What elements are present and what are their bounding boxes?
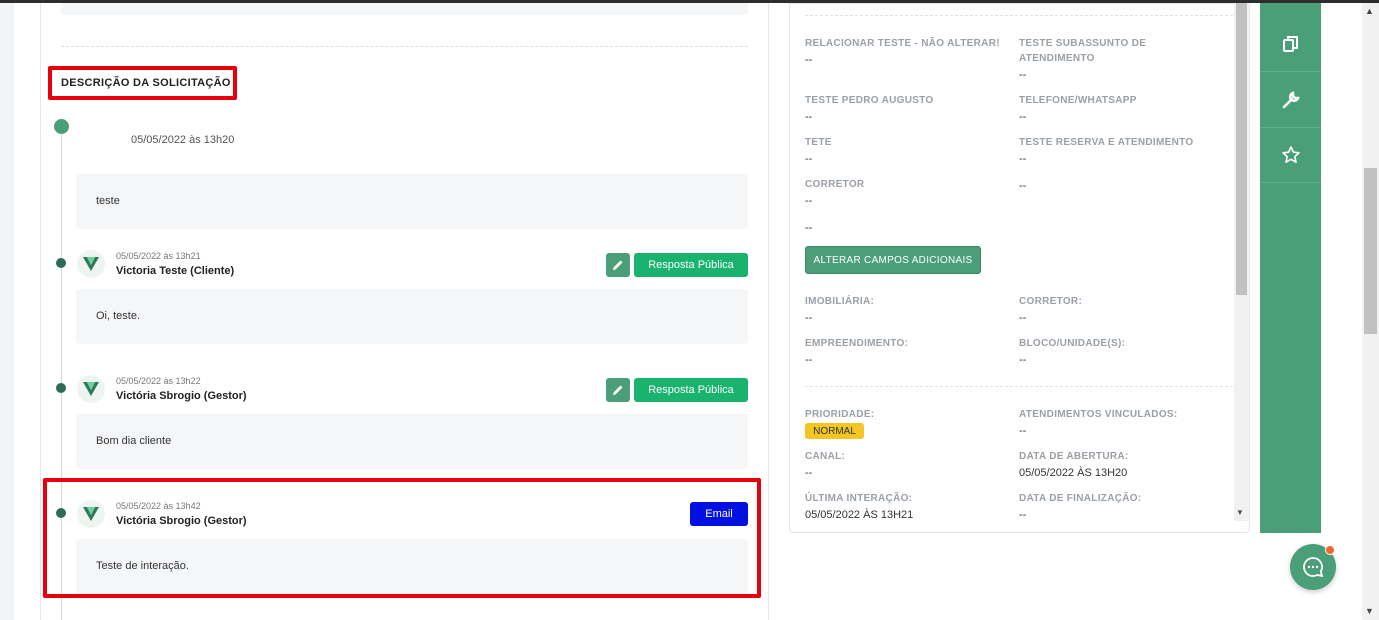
field-value: -- <box>1019 153 1027 165</box>
item-date: 05/05/2022 às 13h22 <box>116 376 201 386</box>
timeline-message: Oi, teste. <box>76 289 748 344</box>
item-author: Victória Sbrogio (Gestor) <box>116 515 247 527</box>
field-label: TETE <box>805 137 832 148</box>
brand-logo-icon <box>83 507 99 521</box>
timeline-dot <box>56 508 66 518</box>
field-label: TESTE PEDRO AUGUSTO <box>805 95 934 106</box>
field-value: 05/05/2022 ÀS 13H20 <box>1019 467 1128 479</box>
chat-icon <box>1303 557 1324 578</box>
field-value: -- <box>805 195 813 207</box>
timeline-dot <box>56 383 66 393</box>
edit-button[interactable] <box>606 378 630 402</box>
previous-section-footer <box>61 3 748 15</box>
field-value: -- <box>1019 509 1027 521</box>
chat-notification-badge <box>1325 545 1335 555</box>
field-label: EMPREENDIMENTO: <box>805 338 909 349</box>
brand-logo-icon <box>83 382 99 396</box>
field-value: -- <box>805 222 813 234</box>
field-value: -- <box>1019 180 1027 192</box>
message-text: teste <box>96 195 120 207</box>
field-label: DATA DE ABERTURA: <box>1019 451 1129 462</box>
field-label: RELACIONAR TESTE - NÃO ALTERAR! <box>805 38 1000 49</box>
email-button[interactable]: Email <box>690 502 748 526</box>
pencil-icon <box>613 385 623 395</box>
timeline-start-dot <box>54 119 69 134</box>
brand-logo-icon <box>83 257 99 271</box>
timeline-message: teste <box>76 174 748 229</box>
field-label: PRIORIDADE: <box>805 409 875 420</box>
field-value: -- <box>1019 425 1027 437</box>
public-reply-button[interactable]: Resposta Pública <box>634 378 748 402</box>
avatar <box>77 375 105 403</box>
details-divider <box>805 386 1233 387</box>
message-text: Teste de interação. <box>96 560 189 572</box>
page-scrollbar-thumb[interactable] <box>1364 168 1377 334</box>
field-value: 05/05/2022 ÀS 13H21 <box>805 509 914 521</box>
timeline-message: Bom dia cliente <box>76 414 748 469</box>
section-divider <box>61 46 748 47</box>
field-value: -- <box>805 354 813 366</box>
details-scroll-down-icon[interactable]: ▼ <box>1236 508 1244 517</box>
field-value: -- <box>805 153 813 165</box>
field-label: TESTE RESERVA E ATENDIMENTO <box>1019 137 1194 148</box>
item-date: 05/05/2022 às 13h42 <box>116 501 201 511</box>
alter-additional-fields-button[interactable]: ALTERAR CAMPOS ADICIONAIS <box>805 246 981 274</box>
public-reply-button[interactable]: Resposta Pública <box>634 253 748 277</box>
section-title: DESCRIÇÃO DA SOLICITAÇÃO <box>61 77 231 89</box>
details-divider <box>805 15 1233 16</box>
avatar <box>77 500 105 528</box>
item-author: Victória Sbrogio (Gestor) <box>116 390 247 402</box>
timeline-dot <box>56 258 66 268</box>
field-value: -- <box>805 111 813 123</box>
field-value: -- <box>1019 111 1027 123</box>
field-label: BLOCO/UNIDADE(S): <box>1019 338 1126 349</box>
field-label: DATA DE FINALIZAÇÃO: <box>1019 493 1142 504</box>
field-label: TESTE SUBASSUNTO DE ATENDIMENTO <box>1019 38 1147 64</box>
wrench-icon <box>1282 91 1300 109</box>
priority-badge: NORMAL <box>805 423 864 439</box>
field-label: TELEFONE/WHATSAPP <box>1019 95 1137 106</box>
field-value: -- <box>1019 69 1027 81</box>
side-favorite-button[interactable] <box>1260 128 1321 183</box>
avatar <box>77 250 105 278</box>
details-scrollbar-thumb[interactable] <box>1236 3 1247 295</box>
timeline-message: Teste de interação. <box>76 539 748 594</box>
field-label: IMOBILIÁRIA: <box>805 296 875 307</box>
field-label: ATENDIMENTOS VINCULADOS: <box>1019 409 1178 420</box>
message-text: Bom dia cliente <box>96 435 172 447</box>
field-label: CANAL: <box>805 451 846 462</box>
message-text: Oi, teste. <box>96 310 141 322</box>
timeline-first-date: 05/05/2022 às 13h20 <box>131 134 235 146</box>
item-author: Victoria Teste (Cliente) <box>116 265 235 277</box>
timeline-line <box>61 130 62 620</box>
field-value: -- <box>805 312 813 324</box>
field-label: ÚLTIMA INTERAÇÃO: <box>805 493 913 504</box>
copy-icon <box>1282 36 1298 52</box>
field-value: -- <box>805 54 813 66</box>
page-scroll-down-icon[interactable]: ▼ <box>1365 606 1374 616</box>
field-label: CORRETOR: <box>1019 296 1083 307</box>
field-value: -- <box>1019 354 1027 366</box>
star-icon <box>1281 146 1300 163</box>
side-copy-button[interactable] <box>1260 17 1321 72</box>
page-scroll-up-icon[interactable]: ▲ <box>1365 6 1374 16</box>
pencil-icon <box>613 260 623 270</box>
side-tools-button[interactable] <box>1260 73 1321 128</box>
item-date: 05/05/2022 às 13h21 <box>116 251 201 261</box>
edit-button[interactable] <box>606 253 630 277</box>
field-label: CORRETOR <box>805 179 865 190</box>
field-value: -- <box>1019 312 1027 324</box>
field-value: -- <box>805 467 813 479</box>
